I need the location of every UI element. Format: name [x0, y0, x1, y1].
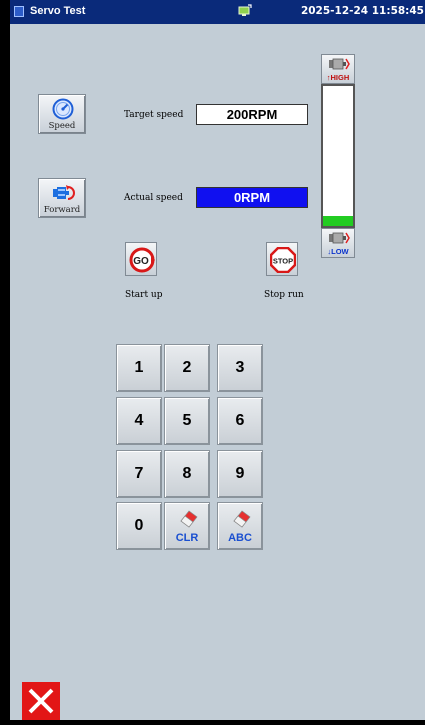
high-speed-button[interactable]: ↑HIGH: [321, 54, 355, 84]
stop-icon-text: STOP: [273, 257, 293, 266]
clear-key-label: CLR: [175, 532, 199, 544]
actual-speed-value: 0RPM: [196, 187, 308, 208]
go-icon-text: GO: [133, 256, 149, 267]
key-2[interactable]: 2: [164, 344, 210, 392]
speed-level-fill: [323, 216, 353, 226]
app-icon: [14, 6, 24, 17]
title-bar: Servo Test 2025-12-24 11:58:45: [10, 0, 425, 24]
clock: 2025-12-24 11:58:45: [300, 5, 424, 17]
high-speed-label: ↑HIGH: [326, 73, 350, 82]
start-up-button[interactable]: GO: [125, 242, 157, 276]
go-icon: GO: [129, 247, 155, 273]
key-9[interactable]: 9: [217, 450, 263, 498]
stop-run-label: Stop run: [264, 290, 304, 300]
key-3[interactable]: 3: [217, 344, 263, 392]
low-speed-label: ↓LOW: [327, 247, 349, 256]
key-7[interactable]: 7: [116, 450, 162, 498]
abc-key-label: ABC: [228, 532, 252, 544]
speed-button-label: Speed: [48, 121, 76, 131]
key-5[interactable]: 5: [164, 397, 210, 445]
close-icon: [28, 688, 54, 714]
abc-key[interactable]: ABC: [217, 502, 263, 550]
stop-icon: STOP: [270, 247, 296, 273]
actual-speed-label: Actual speed: [124, 193, 183, 203]
start-up-label: Start up: [125, 290, 163, 300]
eraser-icon: [233, 510, 251, 528]
target-speed-label: Target speed: [124, 110, 184, 120]
forward-button-label: Forward: [43, 205, 81, 215]
network-status-icon: [238, 4, 252, 16]
eraser-icon: [180, 510, 198, 528]
target-speed-value[interactable]: 200RPM: [196, 104, 308, 125]
key-6[interactable]: 6: [217, 397, 263, 445]
key-8[interactable]: 8: [164, 450, 210, 498]
speed-level-gauge: [321, 84, 355, 228]
low-speed-icon: [329, 232, 350, 244]
high-speed-icon: [329, 58, 350, 70]
forward-button[interactable]: Forward: [38, 178, 86, 218]
motor-forward-icon: [53, 185, 75, 200]
key-4[interactable]: 4: [116, 397, 162, 445]
low-speed-button[interactable]: ↓LOW: [321, 228, 355, 258]
stop-run-button[interactable]: STOP: [266, 242, 298, 276]
key-1[interactable]: 1: [116, 344, 162, 392]
speed-button[interactable]: Speed: [38, 94, 86, 134]
close-button[interactable]: [22, 682, 60, 720]
key-0[interactable]: 0: [116, 502, 162, 550]
clear-key[interactable]: CLR: [164, 502, 210, 550]
speedometer-icon: [52, 98, 74, 120]
window-title: Servo Test: [30, 5, 86, 17]
